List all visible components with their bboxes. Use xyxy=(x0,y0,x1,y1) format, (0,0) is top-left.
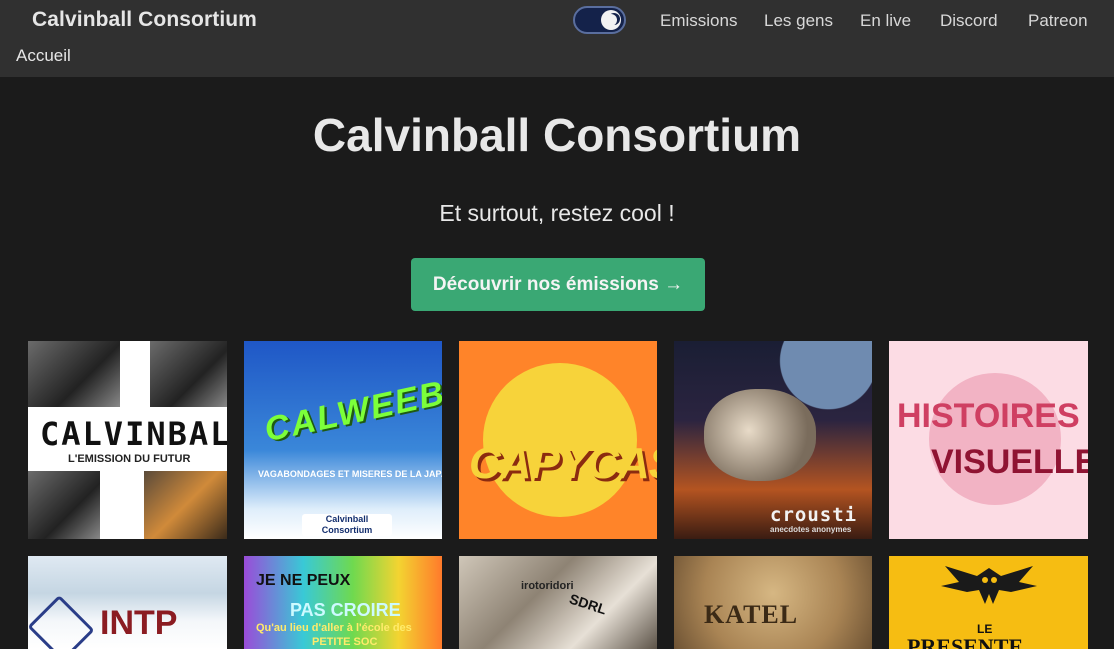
nav-link-en-live[interactable]: En live xyxy=(860,11,911,31)
show-tile-le-presente[interactable]: LE PRESENTE xyxy=(889,556,1088,649)
show-title-line2: PAS CROIRE xyxy=(290,600,401,620)
show-extra-text: SDRL xyxy=(567,590,609,618)
page-subtitle: Et surtout, restez cool ! xyxy=(439,200,675,226)
show-tile-katel[interactable]: KATEL xyxy=(674,556,872,649)
owl-icon xyxy=(941,566,1037,604)
network-icon xyxy=(28,594,95,649)
show-tagline: L'EMISSION DU FUTUR xyxy=(68,453,191,465)
show-title: irotoridori xyxy=(521,580,574,592)
show-title-line1: HISTOIRES xyxy=(897,397,1080,435)
show-cover-photo xyxy=(704,389,816,481)
toggle-knob xyxy=(601,10,621,30)
show-tagline: anecdotes anonymes xyxy=(770,525,852,534)
nav-home-link[interactable]: Accueil xyxy=(16,46,71,66)
show-tile-je-ne-peux-pas-croire[interactable]: JE NE PEUX PAS CROIRE Qu'au lieu d'aller… xyxy=(244,556,442,649)
show-tile-calweeb-ball[interactable]: CALWEEB BALL VAGABONDAGES ET MISERES DE … xyxy=(244,341,442,539)
show-title: crousti xyxy=(770,504,858,526)
nav-link-les-gens[interactable]: Les gens xyxy=(764,11,833,31)
theme-toggle[interactable] xyxy=(573,6,626,34)
nav-link-discord[interactable]: Discord xyxy=(940,11,998,31)
show-tagline-2: PETITE SOC xyxy=(312,636,378,648)
moon-icon xyxy=(605,14,617,26)
show-title: CALWEEB BALL xyxy=(261,351,442,450)
page-title: Calvinball Consortium xyxy=(312,109,802,161)
show-title: INTP xyxy=(100,604,178,642)
show-title: CAPYCAST xyxy=(469,439,657,488)
show-tile-histoires-visuelles[interactable]: HISTOIRES VISUELLES xyxy=(889,341,1088,539)
show-title-line2: VISUELLES xyxy=(931,443,1088,481)
show-tile-irotoridori[interactable]: irotoridori SDRL xyxy=(459,556,657,649)
navbar: Calvinball Consortium Accueil Emissions … xyxy=(0,0,1114,77)
show-title-line1: JE NE PEUX xyxy=(256,572,351,589)
show-title: CALVINBALL xyxy=(40,415,227,453)
show-tagline: VAGABONDAGES ET MISERES DE LA JAPANIME xyxy=(258,469,442,479)
show-tagline: Qu'au lieu d'aller à l'école des xyxy=(256,622,412,634)
show-tile-capycast[interactable]: CAPYCAST xyxy=(459,341,657,539)
circle-shape xyxy=(929,373,1061,505)
nav-link-emissions[interactable]: Emissions xyxy=(660,11,737,31)
discover-shows-button[interactable]: Découvrir nos émissions → xyxy=(411,258,705,311)
show-tile-intp[interactable]: INTP xyxy=(28,556,227,649)
nav-link-patreon[interactable]: Patreon xyxy=(1028,11,1088,31)
show-cover-photo xyxy=(150,341,227,407)
show-cover-photo xyxy=(144,471,227,539)
show-badge: Calvinball Consortium xyxy=(302,514,392,536)
show-title-line2: PRESENTE xyxy=(907,634,1024,649)
show-tile-calvinball[interactable]: CALVINBALL L'EMISSION DU FUTUR xyxy=(28,341,227,539)
brand-link[interactable]: Calvinball Consortium xyxy=(32,8,257,32)
show-cover-photo xyxy=(28,341,120,407)
show-cover-photo xyxy=(28,471,100,539)
show-tile-crousti[interactable]: crousti anecdotes anonymes xyxy=(674,341,872,539)
show-title: KATEL xyxy=(704,600,799,629)
